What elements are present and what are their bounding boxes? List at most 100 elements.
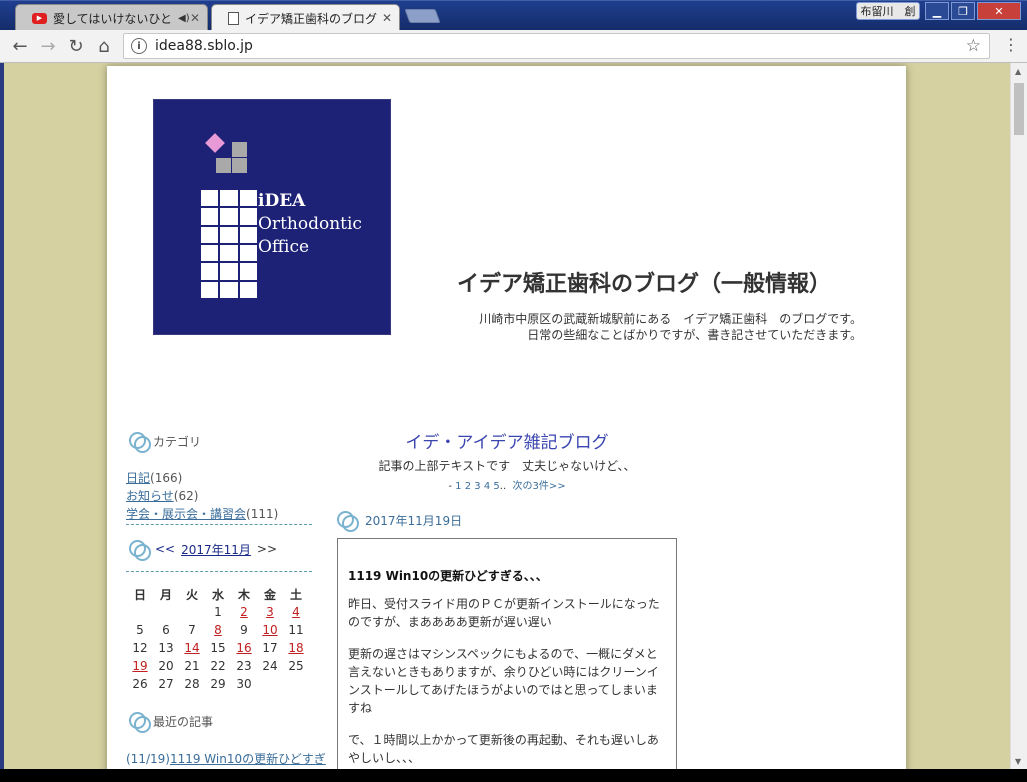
calendar-day: 29: [210, 677, 226, 691]
next-page-link[interactable]: 次の3件>>: [513, 481, 566, 492]
weekday-header: 日: [133, 587, 146, 602]
logo-text: iDEA Orthodontic Office: [258, 191, 362, 257]
tab-youtube[interactable]: ▶ 愛してはいけないひと ◀) ✕: [15, 4, 208, 31]
calendar-day-link[interactable]: 8: [205, 621, 231, 639]
calendar-day: 30: [236, 677, 252, 691]
calendar-day: 28: [184, 677, 200, 691]
reload-icon[interactable]: ↻: [65, 35, 87, 57]
back-icon[interactable]: ←: [9, 35, 31, 57]
calendar-next: >>: [256, 542, 278, 556]
logo-grid: [199, 188, 259, 300]
entry-paragraph: 昨日、受付スライド用のＰＣが更新インストールになったのですが、まああああ更新が遅…: [348, 597, 660, 629]
section-title[interactable]: イデ・アイデア雑記ブログ: [337, 428, 677, 453]
calendar-day-link[interactable]: 18: [283, 639, 309, 657]
weekday-header: 金: [263, 587, 276, 602]
blog-description: 川崎市中原区の武蔵新城駅前にある イデア矯正歯科 のブログです。 日常の些細なこ…: [479, 312, 862, 342]
url-text[interactable]: idea88.sblo.jp: [155, 38, 253, 54]
calendar-day: 21: [184, 659, 200, 673]
taskbar-edge: [0, 769, 1027, 782]
bookmark-star-icon[interactable]: ☆: [966, 36, 981, 56]
category-item[interactable]: 日記(166): [126, 469, 312, 487]
calendar-day: 13: [158, 641, 174, 655]
scroll-thumb[interactable]: [1014, 83, 1024, 135]
calendar: 日月火水木金土 1 2 3 4 5 6 7 8 9 10 11 12 13 14 15 16 17 18 19 20 2…: [127, 585, 309, 693]
page-link[interactable]: 1: [455, 481, 461, 492]
date-header: 2017年11月19日: [337, 511, 462, 532]
close-tab-icon[interactable]: ✕: [382, 11, 392, 25]
calendar-day: 20: [158, 659, 174, 673]
entry-paragraph: 更新の遅さはマシンスペックにもよるので、一概にダメと言えないときもありますが、余…: [348, 647, 659, 715]
weekday-header: 土: [289, 587, 302, 602]
info-icon[interactable]: i: [131, 38, 147, 54]
bubble-icon: [129, 432, 151, 453]
category-heading: カテゴリ: [129, 432, 201, 453]
page-icon: [228, 11, 239, 25]
bubble-icon: [129, 540, 151, 561]
close-tab-icon[interactable]: ✕: [190, 11, 200, 25]
recent-heading: 最近の記事: [129, 712, 213, 733]
scrollbar[interactable]: ▲ ▼: [1010, 63, 1027, 769]
category-item[interactable]: 学会・展示会・講習会(111): [126, 505, 312, 523]
calendar-day: [179, 603, 205, 621]
divider: [126, 524, 312, 525]
calendar-day: 26: [132, 677, 148, 691]
calendar-day-link[interactable]: 4: [283, 603, 309, 621]
calendar-day: 5: [136, 623, 144, 637]
bubble-icon: [129, 712, 151, 733]
address-bar[interactable]: i idea88.sblo.jp ☆: [123, 33, 990, 59]
forward-icon[interactable]: →: [37, 35, 59, 57]
calendar-day: [283, 675, 309, 693]
category-item[interactable]: お知らせ(62): [126, 487, 312, 505]
calendar-day: [257, 675, 283, 693]
browser-toolbar: ← → ↻ ⌂ i idea88.sblo.jp ☆ ⋮: [0, 30, 1027, 63]
entry-title[interactable]: 1119 Win10の更新ひどすぎる、、、: [348, 567, 664, 585]
new-tab-button[interactable]: [404, 9, 441, 23]
scroll-down-icon[interactable]: ▼: [1015, 757, 1021, 766]
logo-square: [232, 142, 247, 157]
page-link[interactable]: 3: [474, 481, 480, 492]
bubble-icon: [337, 511, 359, 532]
maximize-button[interactable]: ❐: [951, 2, 975, 20]
browser-titlebar: ▶ 愛してはいけないひと ◀) ✕ イデア矯正歯科のブログ ✕ 布留川 創 ▁ …: [0, 0, 1027, 31]
category-list: 日記(166) お知らせ(62) 学会・展示会・講習会(111): [126, 469, 312, 523]
home-icon[interactable]: ⌂: [93, 35, 115, 57]
blog-title: イデア矯正歯科のブログ（一般情報）: [457, 272, 832, 297]
calendar-day-link[interactable]: 16: [231, 639, 257, 657]
blog-entry: 1119 Win10の更新ひどすぎる、、、 昨日、受付スライド用のＰＣが更新イン…: [337, 538, 677, 769]
calendar-day-link[interactable]: 14: [179, 639, 205, 657]
recent-entry[interactable]: (11/19)1119 Win10の更新ひどすぎ: [126, 750, 326, 767]
calendar-day: 22: [210, 659, 226, 673]
page-link[interactable]: 4: [484, 481, 490, 492]
calendar-day: 25: [288, 659, 304, 673]
scroll-up-icon[interactable]: ▲: [1015, 67, 1021, 76]
menu-icon[interactable]: ⋮: [1003, 35, 1019, 57]
calendar-day: 27: [158, 677, 174, 691]
page-link[interactable]: 2: [465, 481, 471, 492]
logo-square: [232, 158, 247, 173]
calendar-day-link[interactable]: 2: [231, 603, 257, 621]
calendar-prev-link[interactable]: <<: [155, 542, 175, 556]
main-header: イデ・アイデア雑記ブログ 記事の上部テキストです 丈夫じゃないけど、、 - 1 …: [337, 428, 677, 492]
calendar-month-link[interactable]: 2017年11月: [181, 541, 251, 558]
calendar-day: 23: [236, 659, 252, 673]
calendar-day: [153, 603, 179, 621]
calendar-nav: << 2017年11月 >>: [129, 540, 278, 561]
calendar-day-link[interactable]: 19: [127, 657, 153, 675]
tab-blog[interactable]: イデア矯正歯科のブログ ✕: [211, 4, 400, 31]
close-window-button[interactable]: ✕: [977, 2, 1021, 20]
calendar-day: 17: [262, 641, 278, 655]
calendar-day: 9: [240, 623, 248, 637]
calendar-day: 7: [188, 623, 196, 637]
calendar-day: 24: [262, 659, 278, 673]
calendar-day-link[interactable]: 10: [257, 621, 283, 639]
profile-button[interactable]: 布留川 創: [856, 2, 920, 20]
calendar-day-link[interactable]: 3: [257, 603, 283, 621]
youtube-icon: ▶: [32, 12, 47, 24]
audio-icon[interactable]: ◀): [178, 13, 190, 24]
pager: - 1 2 3 4 5.. 次の3件>>: [448, 481, 566, 492]
minimize-button[interactable]: ▁: [925, 2, 949, 20]
divider: [126, 571, 312, 572]
clinic-logo: iDEA Orthodontic Office: [153, 99, 391, 335]
window-edge: [0, 63, 4, 769]
blog-page: iDEA Orthodontic Office イデア矯正歯科のブログ（一般情報…: [107, 66, 906, 769]
